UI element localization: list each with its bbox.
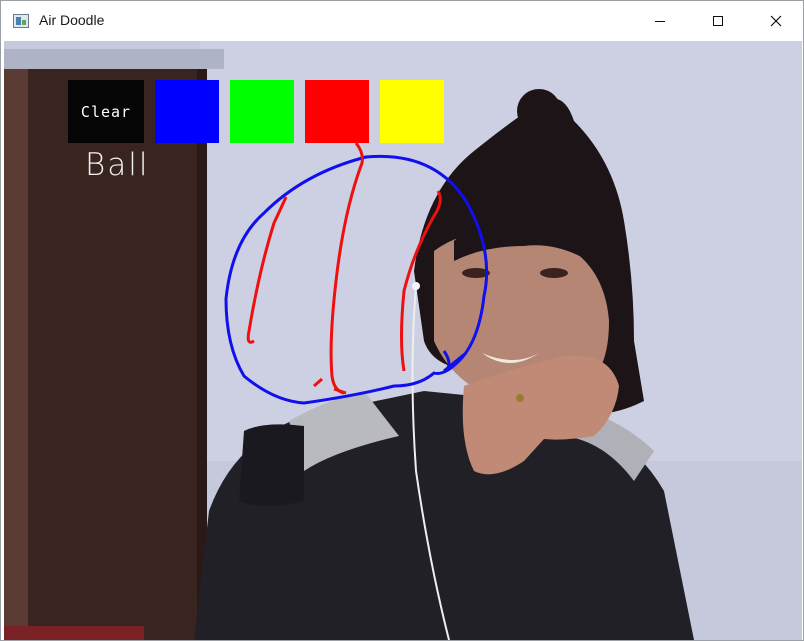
app-icon (13, 14, 29, 28)
clear-button[interactable]: Clear (68, 80, 144, 143)
minimize-button[interactable] (637, 1, 683, 41)
window-title: Air Doodle (39, 12, 105, 28)
maximize-button[interactable] (695, 1, 741, 41)
color-swatch-yellow[interactable] (380, 80, 444, 143)
ring (516, 394, 524, 402)
color-swatch-green[interactable] (230, 80, 294, 143)
color-swatch-red[interactable] (305, 80, 369, 143)
camera-canvas[interactable]: Clear Ball (4, 41, 802, 640)
close-icon (770, 15, 782, 27)
door-frame (4, 49, 224, 69)
minimize-icon (655, 21, 665, 22)
title-bar[interactable]: Air Doodle (1, 1, 803, 41)
close-button[interactable] (753, 1, 799, 41)
fabric (4, 626, 144, 640)
eye-right (540, 268, 568, 278)
earphone (412, 282, 420, 290)
color-swatch-blue[interactable] (155, 80, 219, 143)
shape-label: Ball (85, 147, 150, 183)
hair-bun (517, 89, 561, 133)
jacket-sleeve (239, 424, 304, 506)
app-window: Air Doodle Clear Ball (0, 0, 804, 641)
door-edge (4, 69, 28, 640)
maximize-icon (713, 16, 723, 26)
